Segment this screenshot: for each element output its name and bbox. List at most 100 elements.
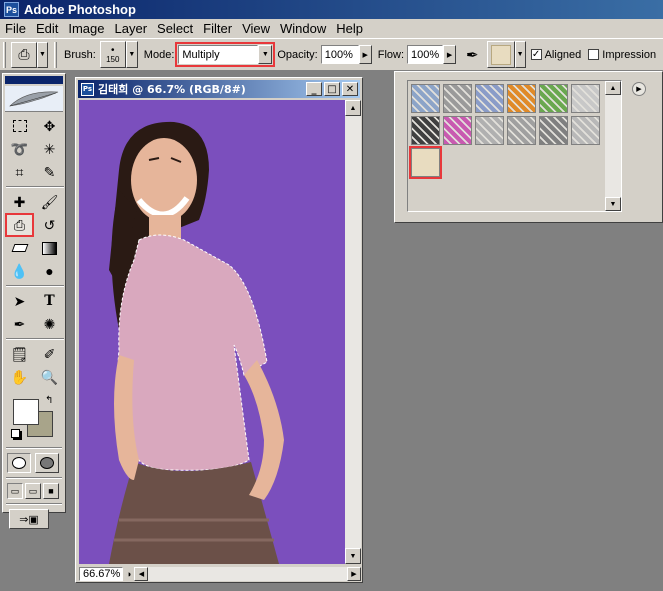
options-grip[interactable] [3, 41, 6, 68]
impressionist-checkbox[interactable] [588, 49, 600, 60]
brush-icon[interactable]: 🖌 [36, 191, 63, 213]
pattern-dropdown[interactable]: ▼ [514, 41, 526, 68]
marquee-icon[interactable] [6, 115, 33, 137]
brush-picker[interactable]: • 150 [99, 41, 126, 68]
status-info-icon[interactable]: ◑ [126, 569, 131, 579]
adobe-online-button[interactable] [5, 86, 63, 112]
opacity-slider-button[interactable]: ▶ [358, 45, 372, 64]
move-icon[interactable]: ✥ [36, 115, 63, 137]
dodge-icon[interactable]: ● [36, 260, 63, 282]
pattern-picker[interactable] [486, 41, 515, 68]
screen-mode-standard[interactable]: ▭ [7, 483, 23, 499]
default-colors-icon[interactable] [11, 429, 20, 438]
mode-value: Multiply [182, 48, 220, 61]
pattern-swatch[interactable] [443, 84, 472, 113]
scroll-left-button[interactable]: ◀ [134, 566, 149, 581]
zoom-icon[interactable]: 🔍 [36, 366, 63, 388]
type-icon[interactable]: T [36, 290, 63, 312]
lasso-icon[interactable]: ➰ [6, 138, 33, 160]
tool-preset-dropdown[interactable]: ▼ [37, 41, 48, 68]
menu-bar: File Edit Image Layer Select Filter View… [0, 19, 663, 38]
history-brush-icon[interactable]: ↺ [36, 214, 63, 236]
crop-icon[interactable]: ⌗ [6, 161, 33, 183]
eyedropper-icon[interactable]: ✐ [36, 343, 63, 365]
scroll-down-button[interactable]: ▼ [345, 548, 361, 564]
close-button[interactable]: ✕ [342, 82, 358, 96]
mode-label: Mode: [143, 48, 175, 61]
photoshop-icon: Ps [4, 2, 19, 17]
minimize-button[interactable]: _ [306, 82, 322, 96]
mode-value-field[interactable]: Multiply [178, 45, 259, 64]
menu-layer[interactable]: Layer [110, 21, 153, 36]
pattern-stamp-icon[interactable]: ⎙ [5, 213, 34, 237]
scroll-right-button[interactable]: ▶ [347, 566, 361, 581]
panel-menu-button[interactable]: ▶ [632, 82, 646, 96]
brush-dropdown[interactable]: ▼ [125, 41, 138, 68]
gradient-icon[interactable] [36, 237, 63, 259]
custom-shape-icon[interactable]: ✺ [36, 313, 63, 335]
pattern-swatch[interactable] [409, 146, 442, 179]
menu-edit[interactable]: Edit [31, 21, 63, 36]
hand-icon[interactable]: ✋ [6, 366, 33, 388]
pattern-scroll-up[interactable]: ▲ [605, 81, 621, 95]
jump-to-imageready-button[interactable]: ⇒▣ [9, 509, 49, 529]
standard-mode-button[interactable] [7, 453, 31, 473]
screen-mode-full[interactable]: ■ [43, 483, 59, 499]
pen-icon[interactable]: ✒ [6, 313, 33, 335]
image-canvas[interactable] [79, 100, 345, 564]
blur-icon[interactable]: 💧 [6, 260, 33, 282]
toolbox-separator [6, 338, 64, 340]
toolbox-separator [6, 285, 64, 287]
vertical-scrollbar[interactable]: ▲ ▼ [345, 100, 361, 564]
mode-dropdown[interactable]: ▼ [258, 45, 273, 64]
aligned-checkbox[interactable]: ✓ [530, 49, 542, 60]
pattern-swatch[interactable] [571, 84, 600, 113]
pattern-swatch[interactable] [475, 84, 504, 113]
pattern-swatch[interactable] [411, 84, 440, 113]
menu-window[interactable]: Window [275, 21, 331, 36]
maximize-button[interactable]: □ [324, 82, 340, 96]
feather-icon [9, 90, 59, 106]
toolbox-titlebar[interactable] [5, 76, 63, 84]
aligned-label: Aligned [544, 48, 582, 61]
menu-help[interactable]: Help [331, 21, 368, 36]
pattern-scroll-down[interactable]: ▼ [605, 197, 621, 211]
opacity-input[interactable]: 100% [320, 45, 359, 64]
document-titlebar[interactable]: Ps 김태희 @ 66.7% (RGB/8#) _ □ ✕ [78, 80, 360, 98]
menu-image[interactable]: Image [63, 21, 109, 36]
screen-mode-full-menu[interactable]: ▭ [25, 483, 41, 499]
flow-slider-button[interactable]: ▶ [443, 45, 457, 64]
healing-brush-icon[interactable]: ✚ [6, 191, 33, 213]
pattern-swatch[interactable] [539, 84, 568, 113]
pattern-list: ▲ ▼ [407, 80, 622, 212]
menu-filter[interactable]: Filter [198, 21, 237, 36]
pattern-swatch[interactable] [507, 116, 536, 145]
tool-grid: ✥ ➰ ✳ ⌗ ✎ ✚ 🖌 ⎙ ↺ 💧 ● ➤ T ✒ ✺ 🗒 ✐ ✋ 🔍 [3, 112, 65, 391]
horizontal-scrollbar[interactable]: ◀ ▶ [134, 566, 361, 581]
notes-icon[interactable]: 🗒 [6, 343, 33, 365]
pattern-swatch[interactable] [539, 116, 568, 145]
pattern-swatch[interactable] [507, 84, 536, 113]
scroll-up-button[interactable]: ▲ [345, 100, 361, 116]
menu-select[interactable]: Select [152, 21, 198, 36]
slice-icon[interactable]: ✎ [36, 161, 63, 183]
tool-preset-picker[interactable]: ⎙ [11, 41, 37, 68]
quick-mask-button[interactable] [35, 453, 59, 473]
eraser-icon[interactable] [6, 237, 33, 259]
foreground-color[interactable] [13, 399, 39, 425]
pattern-swatch[interactable] [475, 116, 504, 145]
flow-label: Flow: [377, 48, 405, 61]
zoom-field[interactable]: 66.67% [79, 566, 123, 581]
path-selection-icon[interactable]: ➤ [6, 290, 33, 312]
pattern-swatch[interactable] [571, 116, 600, 145]
pattern-scrollbar[interactable]: ▲ ▼ [604, 81, 621, 211]
magic-wand-icon[interactable]: ✳ [36, 138, 63, 160]
pattern-swatch[interactable] [411, 116, 440, 145]
pattern-swatch[interactable] [443, 116, 472, 145]
flow-input[interactable]: 100% [407, 45, 444, 64]
swap-colors-icon[interactable]: ↰ [45, 395, 53, 406]
menu-view[interactable]: View [237, 21, 275, 36]
airbrush-icon[interactable]: ✒ [466, 46, 479, 64]
mode-select[interactable]: Multiply ▼ [175, 42, 276, 67]
menu-file[interactable]: File [0, 21, 31, 36]
